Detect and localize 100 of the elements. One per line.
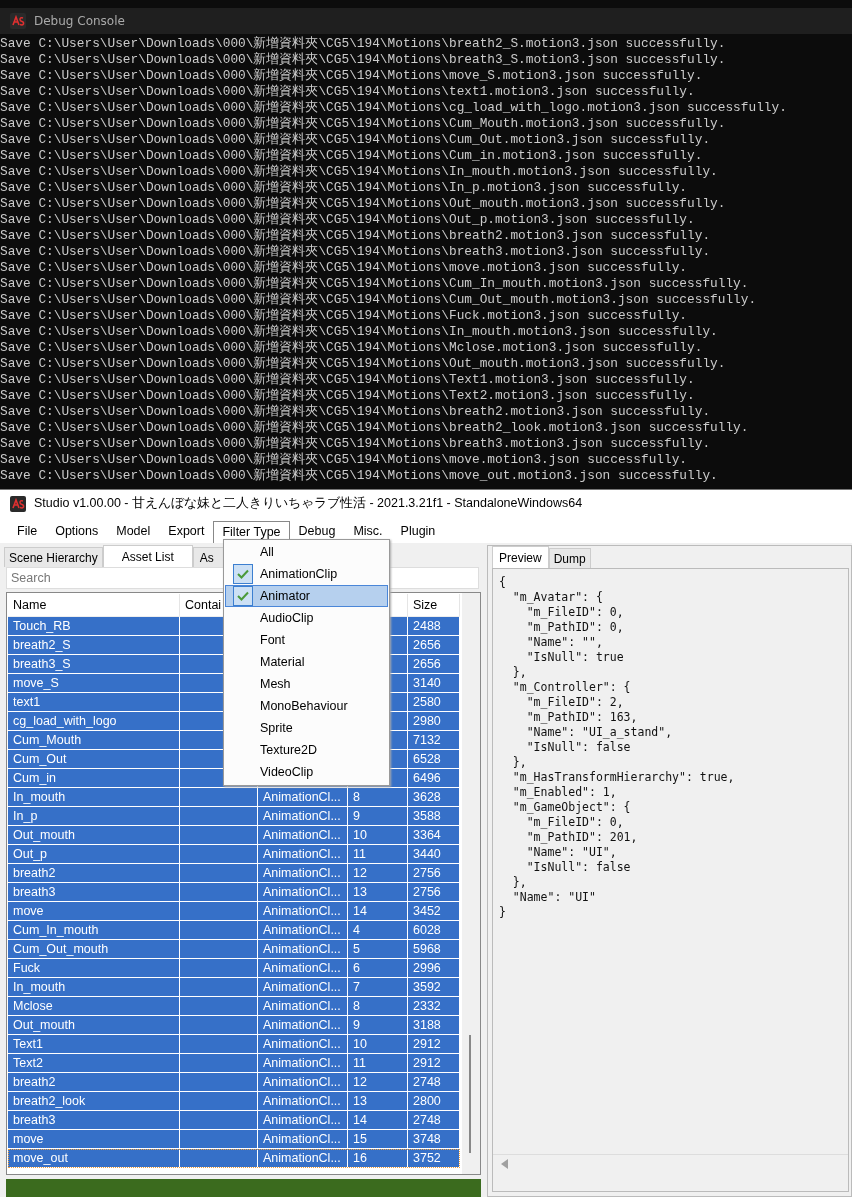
table-cell: AnimationCl... bbox=[263, 1037, 341, 1051]
table-cell: Cum_In_mouth bbox=[13, 923, 99, 937]
table-cell: 3592 bbox=[413, 980, 441, 994]
table-cell: 2996 bbox=[413, 961, 441, 975]
table-cell: 7132 bbox=[413, 733, 441, 747]
console-line: Save C:\Users\User\Downloads\000\新增資料夾\CG5\194\Motions\move_S.motion3.json successfully. bbox=[0, 68, 704, 84]
table-cell: 3452 bbox=[413, 904, 441, 918]
console-line: Save C:\Users\User\Downloads\000\新增資料夾\CG5\194\Motions\move.motion3.json successfully. bbox=[0, 452, 689, 468]
table-cell: 13 bbox=[353, 885, 367, 899]
table-cell: 3748 bbox=[413, 1132, 441, 1146]
table-cell: Out_p bbox=[13, 847, 48, 861]
code-line: }, bbox=[511, 665, 528, 680]
console-line: Save C:\Users\User\Downloads\000\新增資料夾\CG5\194\Motions\Cum_In_mouth.motion3.json successfully. bbox=[0, 276, 750, 292]
table-cell: 2488 bbox=[413, 619, 441, 633]
table-cell: AnimationCl... bbox=[263, 1018, 341, 1032]
menu-item-label: Mesh bbox=[260, 677, 291, 691]
table-cell: 8 bbox=[353, 790, 360, 804]
table-cell: 10 bbox=[353, 1037, 367, 1051]
console-line: Save C:\Users\User\Downloads\000\新增資料夾\CG5\194\Motions\Out_mouth.motion3.json successfully. bbox=[0, 356, 727, 372]
table-cell: 4 bbox=[353, 923, 360, 937]
table-cell: Touch_RB bbox=[13, 619, 71, 633]
console-line: Save C:\Users\User\Downloads\000\新增資料夾\CG5\194\Motions\In_mouth.motion3.json successfully. bbox=[0, 164, 719, 180]
console-line: Save C:\Users\User\Downloads\000\新增資料夾\CG5\194\Motions\Mclose.motion3.json successfully. bbox=[0, 340, 704, 356]
table-cell: Mclose bbox=[13, 999, 53, 1013]
table-cell: 15 bbox=[353, 1132, 367, 1146]
table-cell: 2980 bbox=[413, 714, 441, 728]
menu-item-label: VideoClip bbox=[260, 765, 314, 779]
console-line: Save C:\Users\User\Downloads\000\新增資料夾\CG5\194\Motions\Fuck.motion3.json successfully. bbox=[0, 308, 689, 324]
table-cell: cg_load_with_logo bbox=[13, 714, 117, 728]
table-cell: 9 bbox=[353, 809, 360, 823]
table-cell: 2656 bbox=[413, 657, 441, 671]
code-line: "m_PathID": 163, bbox=[525, 710, 639, 725]
table-cell: 6496 bbox=[413, 771, 441, 785]
console-line: Save C:\Users\User\Downloads\000\新增資料夾\CG5\194\Motions\Cum_Mouth.motion3.json successfully. bbox=[0, 116, 727, 132]
menu-item-label: AudioClip bbox=[260, 611, 314, 625]
table-cell: 3364 bbox=[413, 828, 441, 842]
table-cell: move_S bbox=[13, 676, 59, 690]
table-cell: AnimationCl... bbox=[263, 847, 341, 861]
table-cell: Cum_Out bbox=[13, 752, 67, 766]
table-cell: 3628 bbox=[413, 790, 441, 804]
code-line: }, bbox=[511, 875, 528, 890]
console-line: Save C:\Users\User\Downloads\000\新增資料夾\CG5\194\Motions\Out_mouth.motion3.json successfully. bbox=[0, 196, 727, 212]
table-cell: 11 bbox=[353, 847, 366, 861]
table-cell: Fuck bbox=[13, 961, 41, 975]
console-line: Save C:\Users\User\Downloads\000\新增資料夾\CG5\194\Motions\Text2.motion3.json successfully. bbox=[0, 388, 696, 404]
code-line: "m_PathID": 201, bbox=[525, 830, 639, 845]
console-line: Save C:\Users\User\Downloads\000\新增資料夾\CG5\194\Motions\breath2_S.motion3.json successfully. bbox=[0, 36, 727, 52]
table-cell: AnimationCl... bbox=[263, 1094, 341, 1108]
console-line: Save C:\Users\User\Downloads\000\新增資料夾\CG5\194\Motions\breath3.motion3.json successfully. bbox=[0, 244, 712, 260]
table-cell: Out_mouth bbox=[13, 1018, 75, 1032]
console-line: Save C:\Users\User\Downloads\000\新增資料夾\CG5\194\Motions\breath2.motion3.json successfully. bbox=[0, 228, 712, 244]
table-cell: AnimationCl... bbox=[263, 999, 341, 1013]
table-cell: 16 bbox=[353, 1151, 367, 1165]
menu-item-label: MonoBehaviour bbox=[260, 699, 348, 713]
console-line: Save C:\Users\User\Downloads\000\新增資料夾\CG5\194\Motions\Cum_in.motion3.json successfully. bbox=[0, 148, 704, 164]
code-line: "m_Controller": { bbox=[511, 680, 632, 695]
console-line: Save C:\Users\User\Downloads\000\新增資料夾\CG5\194\Motions\Cum_Out_mouth.motion3.json successfully. bbox=[0, 292, 758, 308]
table-cell: AnimationCl... bbox=[263, 1113, 341, 1127]
table-cell: 3188 bbox=[413, 1018, 441, 1032]
table-cell: Cum_in bbox=[13, 771, 57, 785]
code-line: "m_GameObject": { bbox=[511, 800, 632, 815]
table-cell: 2656 bbox=[413, 638, 441, 652]
table-cell: 2748 bbox=[413, 1075, 441, 1089]
table-cell: 14 bbox=[353, 904, 367, 918]
window-title: Studio v1.00.00 - 甘えんぼな妹と二人きりいちゃラブ性活 - 2021.3.21f1 - StandaloneWindows64 bbox=[34, 495, 583, 512]
table-cell: breath2_S bbox=[13, 638, 71, 652]
menu-item-label: Material bbox=[260, 655, 305, 669]
table-cell: 12 bbox=[353, 866, 367, 880]
code-line: "IsNull": false bbox=[525, 860, 632, 875]
table-cell: 3752 bbox=[413, 1151, 441, 1165]
table-cell: 2912 bbox=[413, 1056, 441, 1070]
table-cell: Cum_Mouth bbox=[13, 733, 82, 747]
table-cell: AnimationCl... bbox=[263, 1151, 341, 1165]
code-line: "m_FileID": 0, bbox=[525, 815, 625, 830]
table-cell: AnimationCl... bbox=[263, 980, 341, 994]
console-line: Save C:\Users\User\Downloads\000\新增資料夾\CG5\194\Motions\Cum_Out.motion3.json successfully. bbox=[0, 132, 712, 148]
table-cell: In_mouth bbox=[13, 980, 66, 994]
table-cell: 9 bbox=[353, 1018, 360, 1032]
table-cell: AnimationCl... bbox=[263, 1075, 341, 1089]
console-line: Save C:\Users\User\Downloads\000\新增資料夾\CG5\194\Motions\breath2_look.motion3.json successfully. bbox=[0, 420, 750, 436]
table-cell: AnimationCl... bbox=[263, 961, 341, 975]
table-cell: breath3 bbox=[13, 885, 56, 899]
table-cell: 10 bbox=[353, 828, 367, 842]
table-cell: In_mouth bbox=[13, 790, 66, 804]
menu-item-label: Texture2D bbox=[260, 743, 317, 757]
table-cell: 2756 bbox=[413, 866, 441, 880]
table-cell: breath3 bbox=[13, 1113, 56, 1127]
table-cell: AnimationCl... bbox=[263, 1132, 341, 1146]
table-cell: 14 bbox=[353, 1113, 367, 1127]
table-cell: 3140 bbox=[413, 676, 441, 690]
code-line: "m_Enabled": 1, bbox=[511, 785, 618, 800]
console-line: Save C:\Users\User\Downloads\000\新增資料夾\CG5\194\Motions\cg_load_with_logo.motion3.json successfully. bbox=[0, 100, 788, 116]
console-line: Save C:\Users\User\Downloads\000\新增資料夾\CG5\194\Motions\breath2.motion3.json successfully. bbox=[0, 404, 712, 420]
table-cell: 2748 bbox=[413, 1113, 441, 1127]
code-line: "m_HasTransformHierarchy": true, bbox=[511, 770, 736, 785]
table-cell: In_p bbox=[13, 809, 38, 823]
code-line: "Name": "UI_a_stand", bbox=[525, 725, 674, 740]
table-cell: breath3_S bbox=[13, 657, 71, 671]
table-cell: Cum_Out_mouth bbox=[13, 942, 109, 956]
table-cell: 8 bbox=[353, 999, 360, 1013]
